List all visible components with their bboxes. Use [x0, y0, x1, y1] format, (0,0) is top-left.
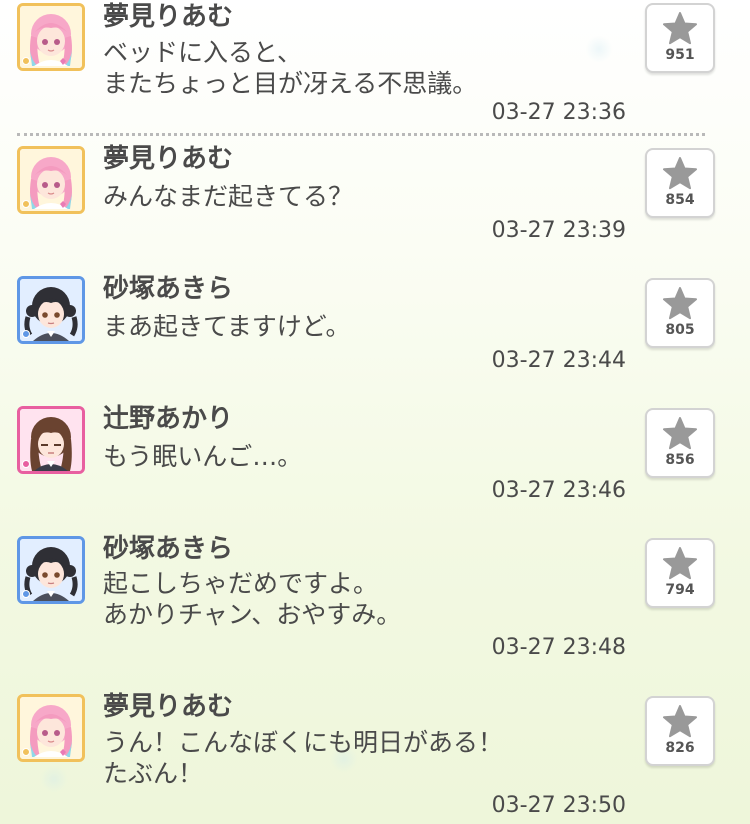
message-line: うん！こんなぼくにも明日がある！ [103, 728, 504, 757]
poster-name: 夢見りあむ [103, 2, 234, 32]
star-icon [663, 417, 697, 450]
like-count: 951 [665, 47, 695, 63]
star-icon [663, 705, 697, 738]
akari-avatar-icon [20, 409, 82, 471]
like-button[interactable]: 854 [645, 148, 715, 218]
poster-name: 夢見りあむ [103, 144, 234, 174]
poster-name: 夢見りあむ [103, 692, 234, 722]
riamu-avatar-icon [20, 697, 82, 759]
poster-name: 砂塚あきら [103, 534, 234, 564]
avatar-riamu[interactable] [17, 694, 85, 762]
like-button[interactable]: 826 [645, 696, 715, 766]
avatar-akira[interactable] [17, 536, 85, 604]
avatar-akari[interactable] [17, 406, 85, 474]
star-icon [663, 157, 697, 190]
like-count: 794 [665, 582, 695, 598]
avatar-riamu[interactable] [17, 146, 85, 214]
post-timestamp: 03-27 23:50 [491, 793, 626, 818]
riamu-avatar-icon [20, 6, 82, 68]
message-line: もう眠いんご…。 [103, 442, 303, 471]
star-icon [663, 287, 697, 320]
poster-name: 辻野あかり [103, 404, 234, 434]
divider [17, 133, 705, 136]
message-line: あかりチャン、おやすみ。 [103, 600, 402, 629]
star-icon [663, 547, 697, 580]
post-timestamp: 03-27 23:39 [491, 218, 626, 243]
star-icon [663, 12, 697, 45]
like-button[interactable]: 805 [645, 278, 715, 348]
post-timestamp: 03-27 23:48 [491, 635, 626, 660]
like-button[interactable]: 794 [645, 538, 715, 608]
message-line: 起こしちゃだめですよ。 [103, 569, 379, 598]
poster-name: 砂塚あきら [103, 274, 234, 304]
sparkle-decoration [585, 35, 613, 63]
post-timestamp: 03-27 23:36 [491, 100, 626, 125]
message-line: たぶん！ [103, 759, 204, 788]
like-button[interactable]: 951 [645, 3, 715, 73]
message-line: またちょっと目が冴える不思議。 [103, 69, 478, 98]
riamu-avatar-icon [20, 149, 82, 211]
like-count: 854 [665, 192, 695, 208]
akira-avatar-icon [20, 279, 82, 341]
like-count: 805 [665, 322, 695, 338]
sparkle-decoration [40, 765, 68, 793]
like-button[interactable]: 856 [645, 408, 715, 478]
message-line: ベッドに入ると、 [103, 38, 303, 67]
post-timestamp: 03-27 23:44 [491, 348, 626, 373]
like-count: 826 [665, 740, 695, 756]
message-line: みんなまだ起きてる？ [103, 182, 354, 211]
avatar-akira[interactable] [17, 276, 85, 344]
akira-avatar-icon [20, 539, 82, 601]
post-timestamp: 03-27 23:46 [491, 478, 626, 503]
like-count: 856 [665, 452, 695, 468]
message-line: まあ起きてますけど。 [103, 312, 351, 341]
avatar-riamu[interactable] [17, 3, 85, 71]
